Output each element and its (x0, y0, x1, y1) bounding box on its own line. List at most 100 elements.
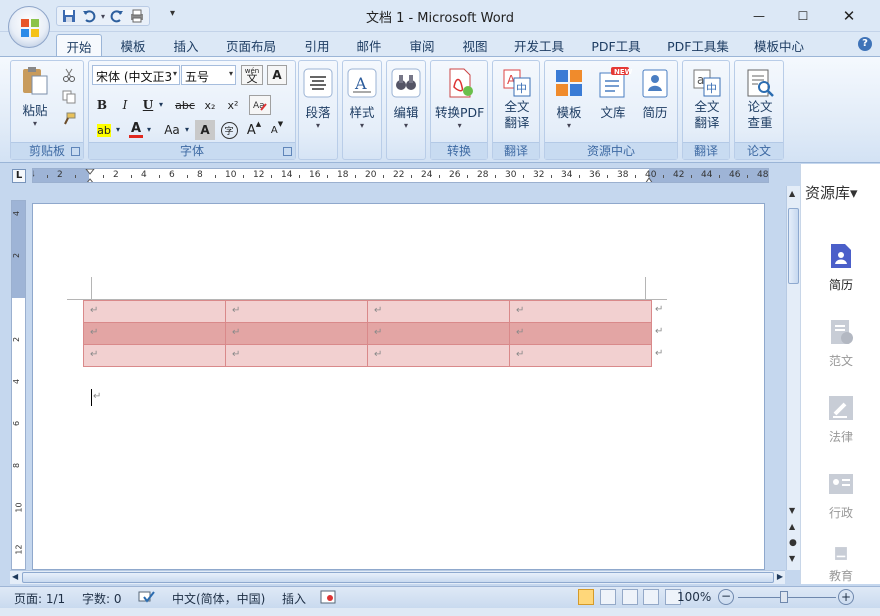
subscript-button[interactable]: x₂ (199, 95, 221, 115)
phonetic-guide-button[interactable]: wén 文 (241, 65, 263, 85)
underline-button[interactable]: U (138, 95, 158, 115)
convert-pdf-button[interactable]: 转换PDF ▾ (435, 67, 484, 131)
shrink-font-button[interactable]: A ▼ (267, 120, 287, 140)
zoom-in-icon[interactable]: + (838, 589, 854, 605)
tab-review[interactable]: 审阅 (399, 34, 445, 56)
highlight-button[interactable]: ab (92, 120, 116, 140)
zoom-out-icon[interactable]: − (718, 589, 734, 605)
document-page[interactable]: ↵ ↵ ↵ ↵ ↵ ↵ ↵ ↵ ↵ ↵ ↵ ↵ ↵ ↵ ↵ ↵ (32, 203, 765, 570)
full-translate-button[interactable]: A 中 全文 翻译 (501, 67, 533, 131)
table-cell[interactable]: ↵ (83, 344, 226, 367)
font-color-dropdown-icon[interactable]: ▾ (147, 125, 151, 134)
scroll-left-icon[interactable]: ◀ (12, 572, 18, 581)
zoom-slider-thumb[interactable] (780, 591, 788, 603)
side-item-essay[interactable]: 范文 (801, 318, 880, 369)
table-cell[interactable]: ↵ (509, 322, 652, 345)
table-cell[interactable]: ↵ (225, 322, 368, 345)
tab-pdf-toolset[interactable]: PDF工具集 (662, 34, 734, 56)
font-name-combo[interactable]: 宋体 (中文正3 ▾ (92, 65, 180, 85)
tab-selector[interactable]: L (12, 169, 26, 183)
table-cell[interactable]: ↵ (225, 300, 368, 323)
styles-button[interactable]: A 样式 ▾ (346, 67, 378, 131)
tab-developer[interactable]: 开发工具 (508, 34, 570, 56)
tab-view[interactable]: 视图 (452, 34, 498, 56)
tab-references[interactable]: 引用 (294, 34, 340, 56)
insert-mode[interactable]: 插入 (282, 590, 306, 607)
template-button[interactable]: 模板 ▾ (553, 67, 585, 131)
tab-home[interactable]: 开始 (56, 34, 102, 57)
minimize-button[interactable]: — (736, 0, 782, 32)
resume-button[interactable]: 简历 (639, 67, 671, 121)
first-line-indent-icon[interactable] (85, 169, 95, 183)
tab-pdf-tools[interactable]: PDF工具 (584, 34, 648, 56)
page-count[interactable]: 页面: 1/1 (14, 590, 65, 607)
side-item-admin[interactable]: 行政 (801, 470, 880, 521)
side-item-resume[interactable]: 简历 (801, 242, 880, 293)
cut-icon[interactable] (59, 65, 79, 85)
full-screen-reading-view-icon[interactable] (599, 589, 616, 605)
tab-template-center[interactable]: 模板中心 (748, 34, 810, 56)
table-cell[interactable]: ↵ (367, 344, 510, 367)
macro-record-icon[interactable] (320, 590, 336, 607)
proofing-icon[interactable] (138, 590, 156, 607)
full-translate-button-2[interactable]: a 中 全文 翻译 (691, 67, 723, 131)
library-button[interactable]: NEW 文库 (597, 67, 632, 121)
zoom-level[interactable]: 100% (677, 590, 711, 604)
right-indent-icon[interactable] (644, 174, 654, 183)
side-item-education[interactable]: 教育 (801, 546, 880, 584)
bold-button[interactable]: B (92, 95, 112, 115)
table-cell[interactable]: ↵ (367, 322, 510, 345)
close-button[interactable]: ✕ (826, 0, 872, 32)
table-cell[interactable]: ↵ (509, 344, 652, 367)
vertical-scrollbar[interactable]: ▲ ▼ ▲ ● ▼ (786, 186, 800, 570)
font-launcher-icon[interactable] (283, 147, 292, 156)
format-painter-icon[interactable] (59, 109, 79, 129)
tab-page-layout[interactable]: 页面布局 (220, 34, 282, 56)
change-case-button[interactable]: Aa (159, 120, 185, 140)
table-cell[interactable]: ↵ (83, 322, 226, 345)
word-count[interactable]: 字数: 0 (82, 590, 122, 607)
horizontal-ruler[interactable]: 4224681012141618202224262830323436384042… (32, 168, 769, 183)
enclose-characters-button[interactable]: 字 (219, 120, 239, 140)
highlight-dropdown-icon[interactable]: ▾ (116, 125, 120, 134)
editing-button[interactable]: 编辑 ▾ (390, 67, 422, 131)
character-shading-button[interactable]: A (195, 120, 215, 140)
table-cell[interactable]: ↵ (367, 300, 510, 323)
next-page-icon[interactable]: ▼ (789, 554, 795, 563)
help-icon[interactable]: ? (858, 37, 872, 51)
font-color-button[interactable]: A (126, 120, 146, 140)
paper-check-button[interactable]: 论文 查重 (744, 67, 776, 131)
tab-template[interactable]: 模板 (110, 34, 156, 56)
grow-font-button[interactable]: A ▲ (244, 120, 264, 140)
tab-insert[interactable]: 插入 (163, 34, 209, 56)
side-item-law[interactable]: 法律 (801, 394, 880, 445)
clear-formatting-button[interactable]: Aa (249, 95, 271, 115)
copy-icon[interactable] (59, 87, 79, 107)
resource-library-title[interactable]: 资源库▾ (805, 182, 858, 203)
horizontal-scroll-thumb[interactable] (22, 572, 774, 583)
change-case-dropdown-icon[interactable]: ▾ (185, 125, 189, 134)
paste-button[interactable]: 粘贴 ▾ (19, 65, 51, 129)
character-border-button[interactable]: A (267, 65, 287, 85)
scroll-down-icon[interactable]: ▼ (789, 506, 795, 515)
table-cell[interactable]: ↵ (83, 300, 226, 323)
tab-mailings[interactable]: 邮件 (346, 34, 392, 56)
paste-dropdown-icon[interactable]: ▾ (33, 119, 37, 129)
vertical-ruler[interactable]: 4 2 2 4 6 8 10 12 (11, 200, 26, 570)
italic-button[interactable]: I (115, 95, 135, 115)
horizontal-scrollbar[interactable]: ◀ ▶ (10, 570, 785, 584)
vertical-scroll-thumb[interactable] (788, 208, 799, 284)
outline-view-icon[interactable] (643, 589, 660, 605)
maximize-button[interactable]: ☐ (780, 0, 826, 32)
paragraph-button[interactable]: 段落 ▾ (302, 67, 334, 131)
office-button[interactable] (8, 6, 50, 48)
scroll-up-icon[interactable]: ▲ (789, 189, 795, 198)
print-layout-view-icon[interactable] (578, 589, 594, 605)
table-cell[interactable]: ↵ (509, 300, 652, 323)
language-indicator[interactable]: 中文(简体，中国) (172, 590, 265, 607)
superscript-button[interactable]: x² (222, 95, 244, 115)
web-layout-view-icon[interactable] (621, 589, 638, 605)
table-cell[interactable]: ↵ (225, 344, 368, 367)
underline-dropdown-icon[interactable]: ▾ (159, 100, 163, 109)
strikethrough-button[interactable]: abc (171, 95, 199, 115)
